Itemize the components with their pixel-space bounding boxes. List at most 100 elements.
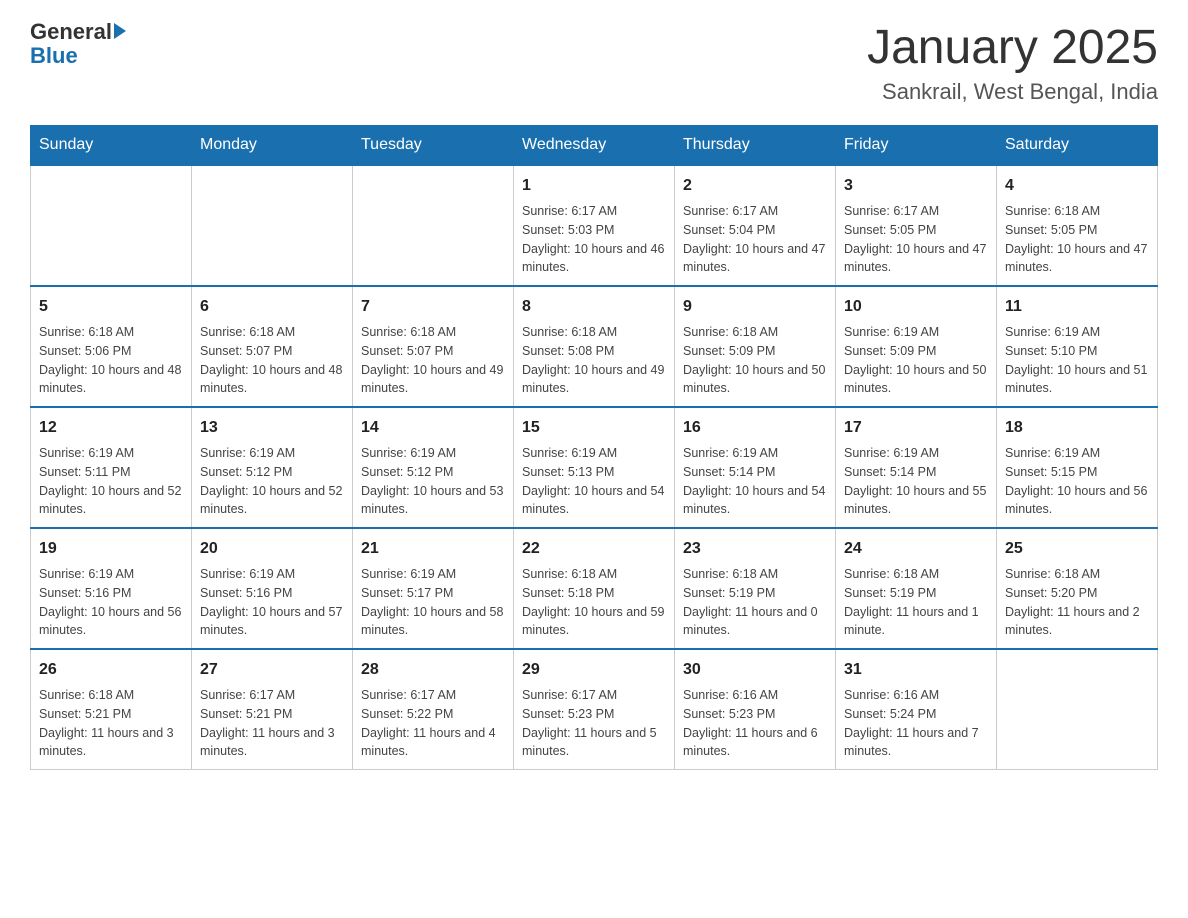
day-number: 24: [844, 537, 988, 561]
day-cell: [192, 165, 353, 286]
day-info: Sunrise: 6:17 AMSunset: 5:23 PMDaylight:…: [522, 686, 666, 761]
day-cell: [997, 649, 1158, 770]
day-cell: 8 Sunrise: 6:18 AMSunset: 5:08 PMDaylight…: [514, 286, 675, 407]
day-info: Sunrise: 6:19 AMSunset: 5:10 PMDaylight:…: [1005, 323, 1149, 398]
day-cell: 29 Sunrise: 6:17 AMSunset: 5:23 PMDayligh…: [514, 649, 675, 770]
day-info: Sunrise: 6:17 AMSunset: 5:03 PMDaylight:…: [522, 202, 666, 277]
day-info: Sunrise: 6:17 AMSunset: 5:21 PMDaylight:…: [200, 686, 344, 761]
logo-blue: Blue: [30, 44, 126, 68]
week-row-2: 5 Sunrise: 6:18 AMSunset: 5:06 PMDaylight…: [31, 286, 1158, 407]
week-row-3: 12Sunrise: 6:19 AMSunset: 5:11 PMDayligh…: [31, 407, 1158, 528]
calendar-subtitle: Sankrail, West Bengal, India: [867, 79, 1158, 105]
day-info: Sunrise: 6:19 AMSunset: 5:12 PMDaylight:…: [200, 444, 344, 519]
day-info: Sunrise: 6:16 AMSunset: 5:24 PMDaylight:…: [844, 686, 988, 761]
day-number: 19: [39, 537, 183, 561]
day-number: 22: [522, 537, 666, 561]
day-number: 25: [1005, 537, 1149, 561]
day-info: Sunrise: 6:18 AMSunset: 5:19 PMDaylight:…: [683, 565, 827, 640]
day-cell: 12Sunrise: 6:19 AMSunset: 5:11 PMDayligh…: [31, 407, 192, 528]
day-number: 27: [200, 658, 344, 682]
day-number: 3: [844, 174, 988, 198]
day-info: Sunrise: 6:19 AMSunset: 5:16 PMDaylight:…: [200, 565, 344, 640]
day-number: 21: [361, 537, 505, 561]
day-cell: 4 Sunrise: 6:18 AMSunset: 5:05 PMDaylight…: [997, 165, 1158, 286]
header-row: SundayMondayTuesdayWednesdayThursdayFrid…: [31, 126, 1158, 166]
calendar-title: January 2025: [867, 20, 1158, 75]
day-cell: 3Sunrise: 6:17 AMSunset: 5:05 PMDaylight…: [836, 165, 997, 286]
day-info: Sunrise: 6:19 AMSunset: 5:13 PMDaylight:…: [522, 444, 666, 519]
day-cell: 15 Sunrise: 6:19 AMSunset: 5:13 PMDayligh…: [514, 407, 675, 528]
day-number: 16: [683, 416, 827, 440]
day-info: Sunrise: 6:18 AMSunset: 5:07 PMDaylight:…: [200, 323, 344, 398]
day-cell: [31, 165, 192, 286]
day-cell: 21 Sunrise: 6:19 AMSunset: 5:17 PMDayligh…: [353, 528, 514, 649]
week-row-4: 19 Sunrise: 6:19 AMSunset: 5:16 PMDayligh…: [31, 528, 1158, 649]
day-cell: 24 Sunrise: 6:18 AMSunset: 5:19 PMDayligh…: [836, 528, 997, 649]
day-cell: 18 Sunrise: 6:19 AMSunset: 5:15 PMDayligh…: [997, 407, 1158, 528]
day-info: Sunrise: 6:18 AMSunset: 5:21 PMDaylight:…: [39, 686, 183, 761]
day-number: 10: [844, 295, 988, 319]
day-cell: 7 Sunrise: 6:18 AMSunset: 5:07 PMDaylight…: [353, 286, 514, 407]
day-info: Sunrise: 6:18 AMSunset: 5:18 PMDaylight:…: [522, 565, 666, 640]
logo-arrow-icon: [114, 23, 126, 39]
day-info: Sunrise: 6:19 AMSunset: 5:12 PMDaylight:…: [361, 444, 505, 519]
header-cell-sunday: Sunday: [31, 126, 192, 166]
day-cell: 22 Sunrise: 6:18 AMSunset: 5:18 PMDayligh…: [514, 528, 675, 649]
day-info: Sunrise: 6:18 AMSunset: 5:07 PMDaylight:…: [361, 323, 505, 398]
day-info: Sunrise: 6:19 AMSunset: 5:17 PMDaylight:…: [361, 565, 505, 640]
header-cell-tuesday: Tuesday: [353, 126, 514, 166]
day-number: 23: [683, 537, 827, 561]
header-cell-monday: Monday: [192, 126, 353, 166]
day-cell: [353, 165, 514, 286]
day-cell: 31Sunrise: 6:16 AMSunset: 5:24 PMDayligh…: [836, 649, 997, 770]
day-number: 29: [522, 658, 666, 682]
day-cell: 20Sunrise: 6:19 AMSunset: 5:16 PMDayligh…: [192, 528, 353, 649]
day-cell: 5 Sunrise: 6:18 AMSunset: 5:06 PMDaylight…: [31, 286, 192, 407]
week-row-1: 1 Sunrise: 6:17 AMSunset: 5:03 PMDaylight…: [31, 165, 1158, 286]
day-cell: 9 Sunrise: 6:18 AMSunset: 5:09 PMDaylight…: [675, 286, 836, 407]
day-number: 17: [844, 416, 988, 440]
day-info: Sunrise: 6:18 AMSunset: 5:06 PMDaylight:…: [39, 323, 183, 398]
day-cell: 19Sunrise: 6:19 AMSunset: 5:16 PMDayligh…: [31, 528, 192, 649]
calendar-body: 1 Sunrise: 6:17 AMSunset: 5:03 PMDaylight…: [31, 165, 1158, 770]
day-cell: 27 Sunrise: 6:17 AMSunset: 5:21 PMDayligh…: [192, 649, 353, 770]
day-number: 11: [1005, 295, 1149, 319]
day-info: Sunrise: 6:19 AMSunset: 5:14 PMDaylight:…: [683, 444, 827, 519]
title-section: January 2025 Sankrail, West Bengal, Indi…: [867, 20, 1158, 105]
header-cell-wednesday: Wednesday: [514, 126, 675, 166]
day-info: Sunrise: 6:16 AMSunset: 5:23 PMDaylight:…: [683, 686, 827, 761]
day-number: 5: [39, 295, 183, 319]
day-cell: 2Sunrise: 6:17 AMSunset: 5:04 PMDaylight…: [675, 165, 836, 286]
day-cell: 1 Sunrise: 6:17 AMSunset: 5:03 PMDaylight…: [514, 165, 675, 286]
day-info: Sunrise: 6:19 AMSunset: 5:09 PMDaylight:…: [844, 323, 988, 398]
day-number: 18: [1005, 416, 1149, 440]
day-info: Sunrise: 6:18 AMSunset: 5:05 PMDaylight:…: [1005, 202, 1149, 277]
calendar-table: SundayMondayTuesdayWednesdayThursdayFrid…: [30, 125, 1158, 770]
logo-general: General: [30, 20, 112, 44]
day-info: Sunrise: 6:19 AMSunset: 5:11 PMDaylight:…: [39, 444, 183, 519]
day-cell: 25 Sunrise: 6:18 AMSunset: 5:20 PMDayligh…: [997, 528, 1158, 649]
day-info: Sunrise: 6:18 AMSunset: 5:09 PMDaylight:…: [683, 323, 827, 398]
day-info: Sunrise: 6:18 AMSunset: 5:19 PMDaylight:…: [844, 565, 988, 640]
day-cell: 17Sunrise: 6:19 AMSunset: 5:14 PMDayligh…: [836, 407, 997, 528]
day-number: 4: [1005, 174, 1149, 198]
day-number: 1: [522, 174, 666, 198]
day-cell: 11 Sunrise: 6:19 AMSunset: 5:10 PMDayligh…: [997, 286, 1158, 407]
header-cell-saturday: Saturday: [997, 126, 1158, 166]
day-info: Sunrise: 6:19 AMSunset: 5:15 PMDaylight:…: [1005, 444, 1149, 519]
day-number: 2: [683, 174, 827, 198]
day-info: Sunrise: 6:18 AMSunset: 5:08 PMDaylight:…: [522, 323, 666, 398]
day-number: 28: [361, 658, 505, 682]
day-number: 9: [683, 295, 827, 319]
day-number: 15: [522, 416, 666, 440]
day-cell: 26Sunrise: 6:18 AMSunset: 5:21 PMDayligh…: [31, 649, 192, 770]
day-number: 7: [361, 295, 505, 319]
calendar-header: SundayMondayTuesdayWednesdayThursdayFrid…: [31, 126, 1158, 166]
logo: General Blue: [30, 20, 126, 68]
day-number: 6: [200, 295, 344, 319]
day-cell: 16 Sunrise: 6:19 AMSunset: 5:14 PMDayligh…: [675, 407, 836, 528]
day-number: 8: [522, 295, 666, 319]
day-cell: 30Sunrise: 6:16 AMSunset: 5:23 PMDayligh…: [675, 649, 836, 770]
day-info: Sunrise: 6:18 AMSunset: 5:20 PMDaylight:…: [1005, 565, 1149, 640]
day-number: 13: [200, 416, 344, 440]
